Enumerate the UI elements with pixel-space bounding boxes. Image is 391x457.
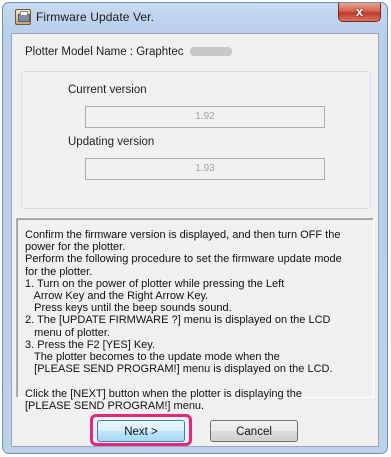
current-version-label: Current version: [68, 84, 147, 96]
instruction-line: Press keys until the beep sounds sound.: [25, 302, 232, 315]
instruction-line: The plotter becomes to the update mode w…: [25, 351, 280, 364]
instruction-line: menu of plotter.: [25, 326, 110, 339]
cancel-button[interactable]: Cancel: [210, 420, 298, 442]
instruction-line: Perform the following procedure to set t…: [25, 253, 342, 266]
instruction-line: Confirm the firmware version is displaye…: [25, 229, 341, 241]
title-bar[interactable]: Firmware Update Ver. x: [3, 3, 387, 33]
firmware-app-icon: [15, 9, 31, 25]
instructions-panel: Confirm the firmware version is displaye…: [16, 218, 374, 412]
close-button[interactable]: x: [338, 3, 381, 22]
instruction-line: [PLEASE SEND PROGRAM!] menu is displayed…: [25, 363, 333, 376]
instruction-line: Arrow Key and the Right Arrow Key.: [25, 290, 209, 303]
version-group: Current version 1.92 Updating version 1.…: [21, 71, 371, 209]
instruction-line: for the plotter.: [25, 265, 93, 278]
current-version-field: 1.92: [85, 106, 325, 128]
instruction-line: power for the plotter.: [25, 241, 126, 254]
instruction-line: [25, 375, 367, 387]
next-button[interactable]: Next >: [97, 420, 185, 442]
instruction-line: 3. Press the F2 [YES] Key.: [25, 338, 156, 351]
plotter-model-row: Plotter Model Name : Graphtec: [25, 46, 232, 58]
updating-version-field: 1.93: [85, 158, 325, 180]
instruction-line: 2. The [UPDATE FIRMWARE ?] menu is displ…: [25, 314, 331, 327]
window-title: Firmware Update Ver.: [36, 10, 155, 24]
close-icon: x: [355, 4, 364, 19]
instruction-line: 1. Turn on the power of plotter while pr…: [25, 277, 285, 290]
firmware-update-window: Firmware Update Ver. x Plotter Model Nam…: [2, 2, 388, 454]
instruction-line: [PLEASE SEND PROGRAM!] menu.: [25, 399, 205, 412]
plotter-model-label: Plotter Model Name : Graphtec: [25, 46, 184, 58]
updating-version-label: Updating version: [68, 136, 155, 148]
plotter-model-value-blurred: [189, 47, 232, 57]
instruction-line: Click the [NEXT] button when the plotter…: [25, 387, 302, 400]
dialog-body: Plotter Model Name : Graphtec Current ve…: [11, 33, 379, 447]
